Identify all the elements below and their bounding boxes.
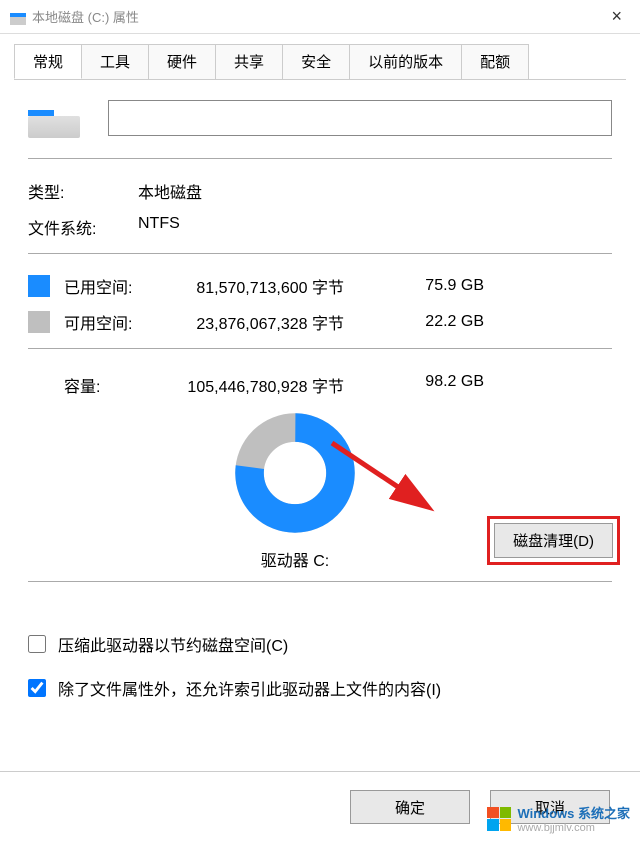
index-checkbox[interactable] — [28, 679, 46, 697]
capacity-bytes: 105,446,780,928 字节 — [174, 373, 404, 397]
used-space-label: 已用空间: — [64, 274, 174, 298]
disk-cleanup-button[interactable]: 磁盘清理(D) — [494, 523, 613, 558]
tab-previous-versions[interactable]: 以前的版本 — [349, 44, 462, 79]
filesystem-label: 文件系统: — [28, 215, 138, 239]
watermark-url: www.bjjmlv.com — [517, 822, 630, 834]
window-title: 本地磁盘 (C:) 属性 — [32, 7, 603, 26]
index-label: 除了文件属性外，还允许索引此驱动器上文件的内容(I) — [58, 676, 441, 700]
volume-label-input[interactable] — [108, 100, 612, 136]
tab-quota[interactable]: 配额 — [461, 44, 529, 79]
close-button[interactable]: × — [603, 6, 630, 27]
used-space-gb: 75.9 GB — [404, 277, 484, 295]
free-space-bytes: 23,876,067,328 字节 — [174, 310, 404, 334]
index-checkbox-row[interactable]: 除了文件属性外，还允许索引此驱动器上文件的内容(I) — [28, 666, 612, 710]
compress-checkbox[interactable] — [28, 635, 46, 653]
compress-checkbox-row[interactable]: 压缩此驱动器以节约磁盘空间(C) — [28, 622, 612, 666]
tab-tools[interactable]: 工具 — [81, 44, 149, 79]
titlebar: 本地磁盘 (C:) 属性 × — [0, 0, 640, 34]
used-space-bytes: 81,570,713,600 字节 — [174, 274, 404, 298]
filesystem-value: NTFS — [138, 215, 180, 239]
windows-logo-icon — [487, 807, 511, 831]
capacity-label: 容量: — [28, 373, 174, 397]
free-swatch-icon — [28, 311, 50, 333]
tab-hardware[interactable]: 硬件 — [148, 44, 216, 79]
free-space-label: 可用空间: — [64, 310, 174, 334]
tab-general[interactable]: 常规 — [14, 44, 82, 79]
tab-bar: 常规 工具 硬件 共享 安全 以前的版本 配额 — [0, 34, 640, 80]
used-swatch-icon — [28, 275, 50, 297]
type-label: 类型: — [28, 179, 138, 203]
capacity-gb: 98.2 GB — [404, 373, 484, 397]
drive-name-label: 驱动器 C: — [261, 547, 329, 571]
ok-button[interactable]: 确定 — [350, 790, 470, 824]
watermark-text: Windows 系统之家 — [517, 803, 630, 822]
compress-label: 压缩此驱动器以节约磁盘空间(C) — [58, 632, 288, 656]
free-space-gb: 22.2 GB — [404, 313, 484, 331]
type-value: 本地磁盘 — [138, 179, 202, 203]
tab-content: 类型: 本地磁盘 文件系统: NTFS 已用空间: 81,570,713,600… — [0, 80, 640, 710]
tab-sharing[interactable]: 共享 — [215, 44, 283, 79]
drive-icon — [10, 9, 26, 25]
watermark: Windows 系统之家 www.bjjmlv.com — [487, 803, 630, 834]
drive-large-icon — [28, 98, 80, 138]
annotation-arrow-icon — [322, 433, 442, 523]
tab-security[interactable]: 安全 — [282, 44, 350, 79]
cleanup-highlight-box: 磁盘清理(D) — [487, 516, 620, 565]
